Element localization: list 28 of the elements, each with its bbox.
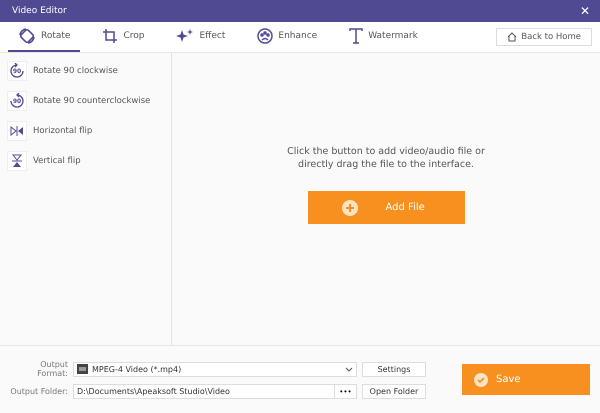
- palette-icon: [257, 28, 274, 44]
- back-to-home-button[interactable]: Back to Home: [496, 28, 592, 46]
- output-folder-field[interactable]: D:\Documents\Apeaksoft Studio\Video: [77, 387, 230, 396]
- rotate-icon: [18, 27, 36, 45]
- vertical-flip-icon: [7, 151, 27, 171]
- sidebar-item[interactable]: Horizontal flip: [7, 119, 171, 143]
- chevron-down-icon: [345, 366, 353, 372]
- settings-button[interactable]: Settings: [362, 362, 426, 376]
- tab[interactable]: Watermark: [339, 22, 428, 52]
- home-icon: [507, 32, 518, 42]
- close-button[interactable]: ✕: [580, 4, 590, 18]
- output-folder-label: Output Folder:: [10, 387, 68, 396]
- sparkle-icon: [176, 28, 194, 44]
- plus-icon: [342, 200, 358, 216]
- tab[interactable]: Enhance: [247, 22, 328, 52]
- output-format-label: Output Format:: [36, 360, 68, 378]
- tab[interactable]: Crop: [92, 22, 154, 52]
- horizontal-flip-icon: [7, 121, 27, 141]
- window-title: Video Editor: [12, 6, 67, 16]
- check-circle-icon: [474, 372, 488, 386]
- output-format-dropdown[interactable]: MPEG-4 Video (*.mp4): [73, 362, 357, 376]
- tab[interactable]: Effect: [166, 22, 236, 52]
- sidebar-item[interactable]: Vertical flip: [7, 149, 171, 173]
- text-icon: [349, 28, 364, 44]
- crop-icon: [102, 28, 118, 44]
- film-icon: [77, 364, 88, 374]
- hint-text: Click the button to add video/audio file or directly drag the file to the interface.: [286, 145, 486, 171]
- open-folder-button[interactable]: Open Folder: [362, 384, 426, 399]
